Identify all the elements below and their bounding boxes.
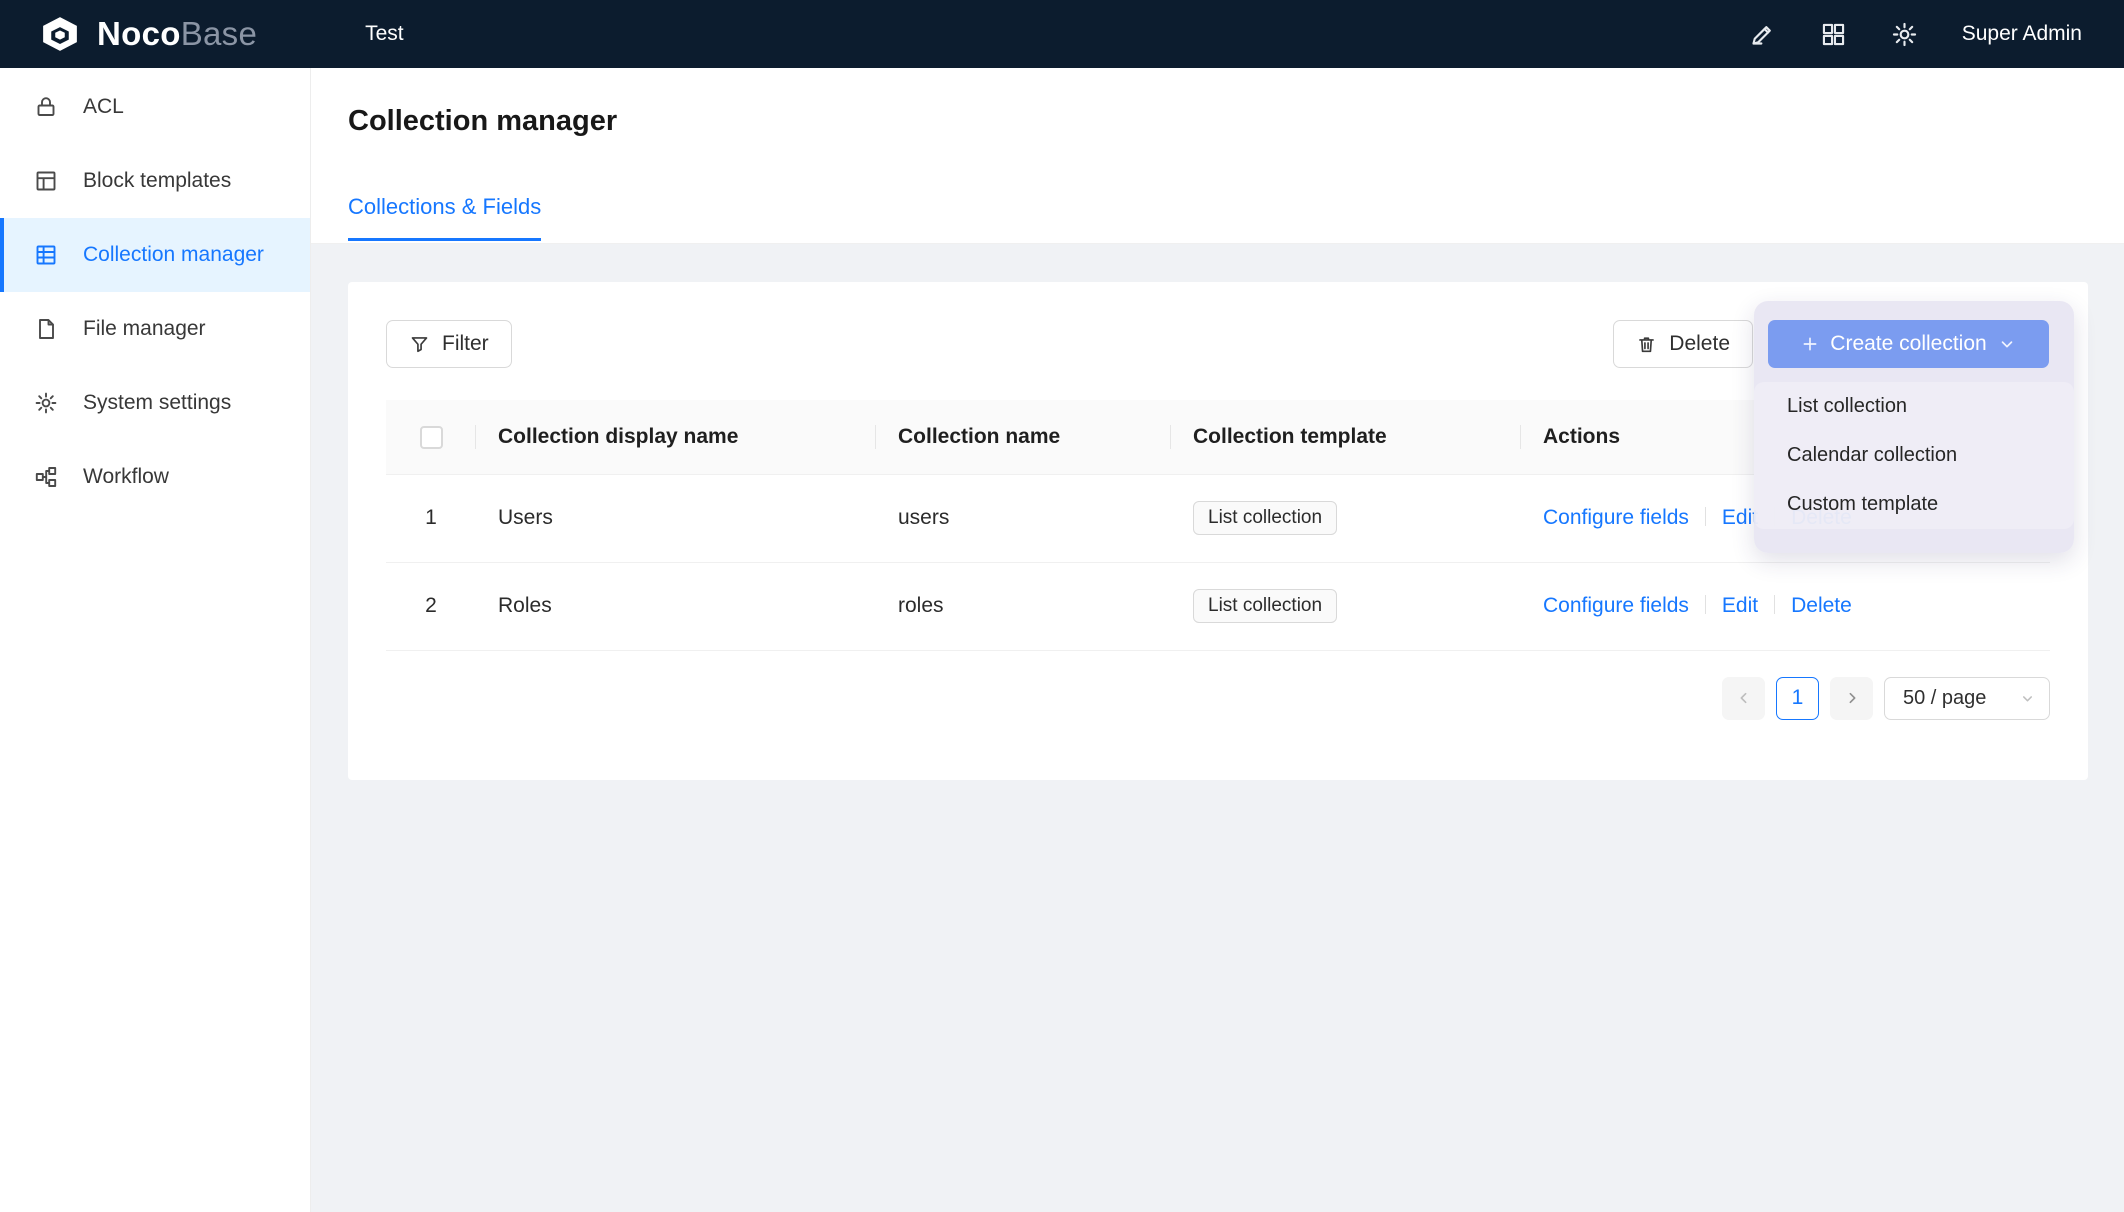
sidebar-item-label: System settings (83, 391, 231, 415)
configure-fields-link[interactable]: Configure fields (1543, 594, 1689, 617)
gear-icon[interactable] (1891, 21, 1918, 48)
select-all-header-cell (386, 400, 476, 474)
row-index: 1 (386, 474, 476, 562)
column-header-collection-name: Collection name (876, 400, 1171, 474)
sidebar-item-collection-manager[interactable]: Collection manager (0, 218, 310, 292)
logo-text: NocoBase (97, 15, 257, 53)
edit-link[interactable]: Edit (1722, 506, 1758, 529)
page-size-select[interactable]: 50 / page (1884, 677, 2050, 720)
menu-item-custom-template[interactable]: Custom template (1754, 480, 2074, 529)
cell-actions: Configure fields Edit Delete (1521, 562, 2050, 650)
table-icon (34, 243, 58, 267)
workflow-icon (34, 465, 58, 489)
cell-collection-name: roles (876, 562, 1171, 650)
create-collection-button-label: Create collection (1830, 332, 1986, 356)
pagination-prev-button[interactable] (1722, 677, 1765, 720)
action-divider (1705, 507, 1706, 526)
cell-display-name: Users (476, 474, 876, 562)
header-menu: Test (337, 0, 432, 68)
sidebar-item-label: Block templates (83, 169, 231, 193)
table-row: 2 Roles roles List collection Configure … (386, 562, 2050, 650)
page-header: Collection manager Collections & Fields (311, 68, 2124, 244)
nocobase-logo[interactable]: NocoBase (0, 14, 257, 54)
delete-link[interactable]: Delete (1791, 594, 1852, 617)
menu-item-list-collection[interactable]: List collection (1754, 382, 2074, 431)
sidebar-item-label: Workflow (83, 465, 169, 489)
create-collection-menu: List collection Calendar collection Cust… (1754, 382, 2074, 529)
cell-collection-name: users (876, 474, 1171, 562)
gear-icon (34, 391, 58, 415)
logo-text-bold: Noco (97, 15, 181, 52)
chevron-down-icon (1998, 335, 2016, 353)
filter-icon (409, 334, 430, 355)
sidebar: ACL Block templates Collection manager F… (0, 68, 311, 1212)
chevron-left-icon (1736, 690, 1752, 706)
template-tag: List collection (1193, 589, 1337, 623)
tabs-bar: Collections & Fields (348, 194, 2124, 241)
page-size-value: 50 / page (1903, 687, 1986, 710)
cell-collection-template: List collection (1171, 562, 1521, 650)
chevron-down-icon (2020, 691, 2035, 706)
action-divider (1774, 595, 1775, 614)
chevron-right-icon (1844, 690, 1860, 706)
action-divider (1705, 595, 1706, 614)
sidebar-item-workflow[interactable]: Workflow (0, 440, 310, 514)
create-collection-dropdown: Create collection List collection Calend… (1754, 301, 2074, 553)
create-collection-button[interactable]: Create collection (1768, 320, 2049, 368)
pagination-next-button[interactable] (1830, 677, 1873, 720)
user-menu[interactable]: Super Admin (1962, 22, 2082, 46)
pagination-page-1[interactable]: 1 (1776, 677, 1819, 720)
sidebar-item-block-templates[interactable]: Block templates (0, 144, 310, 218)
main-content: Collection manager Collections & Fields … (311, 68, 2124, 1212)
layout-icon (34, 169, 58, 193)
select-all-checkbox[interactable] (420, 426, 443, 449)
template-tag: List collection (1193, 501, 1337, 535)
sidebar-item-label: Collection manager (83, 243, 264, 267)
sidebar-item-label: ACL (83, 95, 124, 119)
lock-icon (34, 95, 58, 119)
cell-display-name: Roles (476, 562, 876, 650)
edit-link[interactable]: Edit (1722, 594, 1758, 617)
delete-button-label: Delete (1669, 332, 1730, 356)
filter-button-label: Filter (442, 332, 489, 356)
sidebar-item-system-settings[interactable]: System settings (0, 366, 310, 440)
plus-icon (1801, 335, 1819, 353)
header-right: Super Admin (1749, 21, 2124, 48)
nocobase-logo-icon (38, 14, 82, 54)
file-icon (34, 317, 58, 341)
pagination: 1 50 / page (386, 677, 2050, 720)
trash-icon (1636, 334, 1657, 355)
sidebar-item-file-manager[interactable]: File manager (0, 292, 310, 366)
sidebar-item-label: File manager (83, 317, 206, 341)
sidebar-item-acl[interactable]: ACL (0, 70, 310, 144)
row-index: 2 (386, 562, 476, 650)
apps-icon[interactable] (1820, 21, 1847, 48)
header-menu-item-test[interactable]: Test (337, 0, 432, 68)
highlighter-icon[interactable] (1749, 21, 1776, 48)
logo-text-light: Base (181, 15, 257, 52)
column-header-display-name: Collection display name (476, 400, 876, 474)
tab-collections-fields[interactable]: Collections & Fields (348, 194, 541, 241)
menu-item-calendar-collection[interactable]: Calendar collection (1754, 431, 2074, 480)
delete-button[interactable]: Delete (1613, 320, 1753, 368)
app-header: NocoBase Test Super Admin (0, 0, 2124, 68)
configure-fields-link[interactable]: Configure fields (1543, 506, 1689, 529)
cell-collection-template: List collection (1171, 474, 1521, 562)
filter-button[interactable]: Filter (386, 320, 512, 368)
page-title: Collection manager (348, 104, 2124, 138)
column-header-collection-template: Collection template (1171, 400, 1521, 474)
